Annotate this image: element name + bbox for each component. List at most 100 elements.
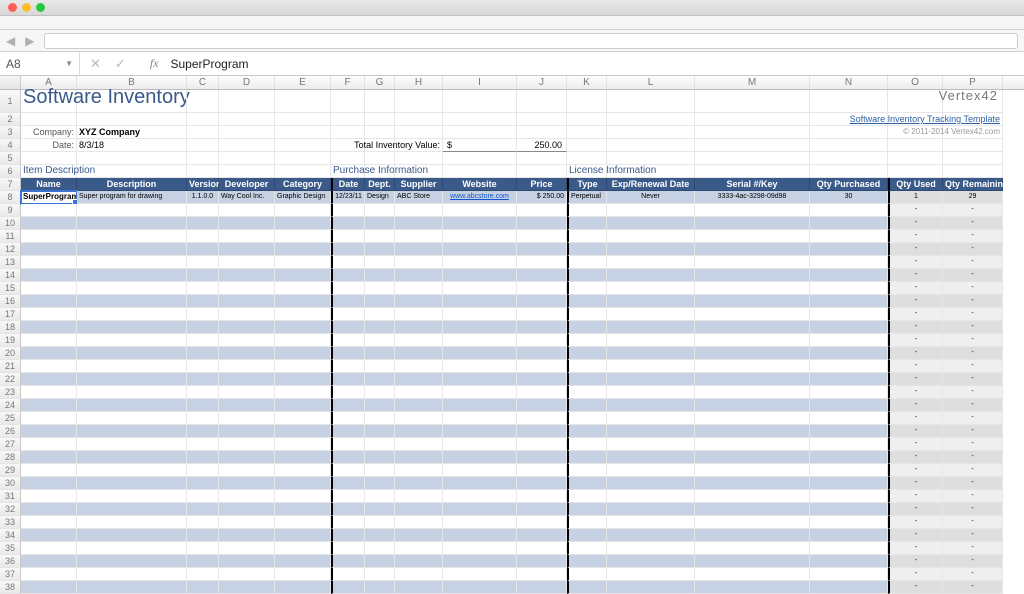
cell[interactable] xyxy=(187,165,219,178)
cell[interactable] xyxy=(517,568,567,581)
cell[interactable] xyxy=(21,581,77,594)
cell[interactable] xyxy=(567,529,607,542)
cell[interactable] xyxy=(219,230,275,243)
cell[interactable] xyxy=(567,438,607,451)
cell[interactable] xyxy=(77,555,187,568)
cell[interactable] xyxy=(443,464,517,477)
cell[interactable] xyxy=(21,334,77,347)
cell[interactable] xyxy=(443,360,517,373)
cell[interactable] xyxy=(567,425,607,438)
cell[interactable]: - xyxy=(943,503,1003,516)
cell[interactable] xyxy=(275,126,331,139)
cell[interactable] xyxy=(21,386,77,399)
cell[interactable] xyxy=(443,126,517,139)
cell[interactable] xyxy=(275,217,331,230)
cell[interactable] xyxy=(567,139,607,152)
cell[interactable] xyxy=(443,373,517,386)
cell[interactable]: - xyxy=(943,217,1003,230)
cell[interactable] xyxy=(275,347,331,360)
cell[interactable] xyxy=(331,412,365,425)
fx-icon[interactable]: fx xyxy=(150,56,159,71)
cell[interactable] xyxy=(443,542,517,555)
cell[interactable] xyxy=(517,373,567,386)
cell[interactable] xyxy=(187,451,219,464)
tiv-label-cell[interactable]: Total Inventory Value: xyxy=(395,139,443,152)
cell[interactable] xyxy=(365,360,395,373)
cell[interactable]: - xyxy=(888,477,943,490)
cell[interactable] xyxy=(517,165,567,178)
cell[interactable] xyxy=(443,334,517,347)
cell[interactable] xyxy=(517,529,567,542)
cell[interactable] xyxy=(517,90,567,113)
cell[interactable] xyxy=(331,516,365,529)
cell[interactable] xyxy=(275,490,331,503)
cell[interactable] xyxy=(219,204,275,217)
cell[interactable] xyxy=(77,347,187,360)
cell[interactable] xyxy=(443,477,517,490)
cell[interactable] xyxy=(365,230,395,243)
window-close-icon[interactable] xyxy=(8,3,17,12)
cell[interactable]: - xyxy=(943,490,1003,503)
cell[interactable]: - xyxy=(888,438,943,451)
cell[interactable] xyxy=(365,399,395,412)
cell[interactable]: - xyxy=(943,204,1003,217)
nav-forward-icon[interactable]: ▶ xyxy=(25,34,34,48)
cell[interactable] xyxy=(695,139,810,152)
cell[interactable]: - xyxy=(943,425,1003,438)
cell[interactable] xyxy=(607,425,695,438)
cell[interactable] xyxy=(443,113,517,126)
cell[interactable]: - xyxy=(888,503,943,516)
cell[interactable] xyxy=(395,477,443,490)
cell[interactable] xyxy=(365,386,395,399)
cell[interactable] xyxy=(331,269,365,282)
cell[interactable] xyxy=(695,152,810,165)
cell[interactable] xyxy=(607,217,695,230)
cell[interactable] xyxy=(187,477,219,490)
cell[interactable] xyxy=(275,90,331,113)
cell[interactable] xyxy=(187,308,219,321)
cell[interactable] xyxy=(695,542,810,555)
row-header[interactable]: 34 xyxy=(0,529,21,542)
cell[interactable] xyxy=(331,451,365,464)
cell[interactable] xyxy=(275,243,331,256)
cell[interactable] xyxy=(443,347,517,360)
cell[interactable] xyxy=(567,230,607,243)
cell[interactable] xyxy=(365,152,395,165)
cell[interactable]: - xyxy=(943,477,1003,490)
cell[interactable] xyxy=(443,269,517,282)
row-header[interactable]: 23 xyxy=(0,386,21,399)
cell[interactable] xyxy=(275,425,331,438)
cell[interactable] xyxy=(810,529,888,542)
cell[interactable] xyxy=(395,321,443,334)
cell[interactable] xyxy=(77,165,187,178)
cell[interactable] xyxy=(443,529,517,542)
cell[interactable]: - xyxy=(888,386,943,399)
row-header[interactable]: 20 xyxy=(0,347,21,360)
cell[interactable] xyxy=(21,256,77,269)
cell[interactable]: - xyxy=(888,256,943,269)
hdr-exp[interactable]: Exp/Renewal Date xyxy=(607,178,695,191)
cell[interactable] xyxy=(443,230,517,243)
cell[interactable] xyxy=(567,243,607,256)
cell[interactable] xyxy=(395,516,443,529)
cell[interactable] xyxy=(567,269,607,282)
cell[interactable] xyxy=(810,503,888,516)
cell[interactable] xyxy=(607,308,695,321)
hdr-desc[interactable]: Description xyxy=(77,178,187,191)
cell[interactable] xyxy=(77,269,187,282)
cell[interactable] xyxy=(695,529,810,542)
cell[interactable] xyxy=(517,516,567,529)
cell[interactable] xyxy=(275,542,331,555)
row-header[interactable]: 10 xyxy=(0,217,21,230)
cell[interactable] xyxy=(21,438,77,451)
cell[interactable] xyxy=(395,555,443,568)
row-header[interactable]: 30 xyxy=(0,477,21,490)
cell[interactable] xyxy=(695,308,810,321)
cell[interactable] xyxy=(331,503,365,516)
cell[interactable] xyxy=(810,425,888,438)
cell[interactable] xyxy=(517,113,567,126)
cell[interactable] xyxy=(395,451,443,464)
cell[interactable] xyxy=(187,139,219,152)
cell[interactable] xyxy=(695,321,810,334)
cell[interactable] xyxy=(77,256,187,269)
